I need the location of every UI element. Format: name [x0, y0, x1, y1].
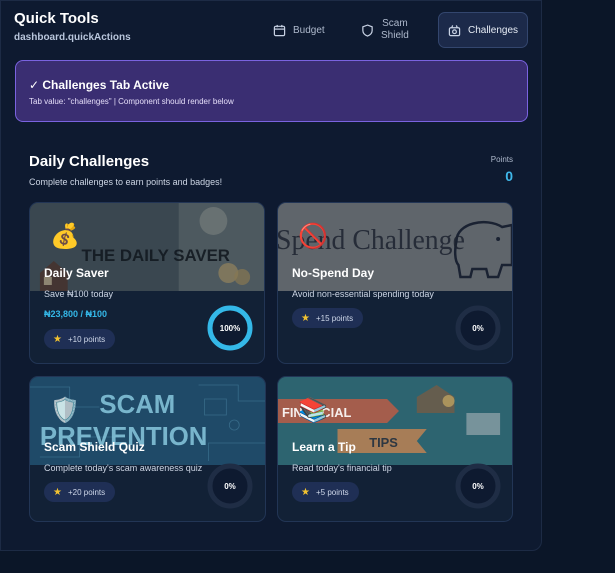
star-icon: ★ [53, 486, 62, 498]
progress-percent: 100% [219, 323, 241, 333]
points-badge: ★ +10 points [44, 329, 116, 349]
challenge-description: Save ₦100 today [44, 289, 114, 299]
tab-challenges-label: Challenges [467, 24, 519, 36]
books-icon: 📚 [298, 397, 328, 424]
svg-text:SCAM: SCAM [99, 391, 175, 419]
challenge-description: Read today's financial tip [292, 463, 392, 473]
challenge-description: Complete today's scam awareness quiz [44, 463, 203, 473]
progress-ring: 0% [454, 304, 502, 352]
progress-ring: 100% [206, 304, 254, 352]
points-badge: ★ +20 points [44, 482, 116, 502]
star-icon: ★ [53, 333, 62, 345]
tab-budget-label: Budget [293, 24, 325, 36]
points-badge: ★ +5 points [292, 482, 359, 502]
money-bag-icon: 💰 [50, 223, 80, 250]
points-badge: ★ +15 points [292, 308, 364, 328]
progress-percent: 0% [472, 481, 484, 491]
page-title: Quick Tools [14, 10, 99, 27]
star-icon: ★ [301, 486, 310, 498]
challenge-progress-text: ₦23,800 / ₦100 [44, 309, 108, 319]
shield-icon: 🛡️ [50, 397, 80, 424]
tab-challenges[interactable]: Challenges [438, 12, 528, 48]
tab-budget[interactable]: Budget [273, 12, 339, 48]
progress-ring: 0% [206, 462, 254, 510]
tab-scam-shield-label: Scam Shield [381, 18, 409, 41]
section-title: Daily Challenges [29, 153, 150, 170]
challenge-card-no-spend-day[interactable]: Spend Challenge 🚫 No-Spend Day Avoid non… [277, 202, 513, 364]
section-subtitle: Complete challenges to earn points and b… [29, 177, 223, 187]
challenges-icon [448, 24, 461, 36]
challenge-card-scam-shield-quiz[interactable]: SCAM PREVENTION 🛡️ Scam Shield Quiz Comp… [29, 376, 266, 522]
banner-text: Tab value: "challenges" | Component shou… [29, 97, 234, 106]
banner-title: ✓ Challenges Tab Active [29, 78, 170, 92]
svg-text:THE DAILY SAVER: THE DAILY SAVER [82, 246, 230, 265]
challenge-title: Scam Shield Quiz [44, 440, 145, 454]
challenge-title: Learn a Tip [292, 440, 356, 454]
challenge-card-learn-a-tip[interactable]: FINANCIAL TIPS 📚 Learn a Tip Read today'… [277, 376, 513, 522]
challenge-title: No-Spend Day [292, 266, 375, 280]
challenge-title: Daily Saver [44, 266, 109, 280]
progress-ring: 0% [454, 462, 502, 510]
progress-percent: 0% [472, 323, 484, 333]
progress-percent: 0% [224, 481, 236, 491]
star-icon: ★ [301, 312, 310, 324]
challenge-card-daily-saver[interactable]: THE DAILY SAVER 💰 Daily Saver Save ₦100 … [29, 202, 265, 364]
header: Quick Tools dashboard.quickActions Budge… [1, 1, 543, 57]
svg-text:TIPS: TIPS [369, 435, 398, 450]
page-subtitle: dashboard.quickActions [14, 32, 131, 43]
calendar-icon [273, 24, 286, 36]
points-value: 0 [505, 168, 513, 184]
quick-tools-panel: Quick Tools dashboard.quickActions Budge… [0, 0, 542, 551]
points-label: Points [490, 155, 513, 164]
prohibited-icon: 🚫 [298, 223, 328, 250]
shield-icon [362, 23, 373, 37]
challenge-description: Avoid non-essential spending today [292, 289, 434, 299]
status-banner: ✓ Challenges Tab Active Tab value: "chal… [15, 60, 528, 122]
tab-scam-shield[interactable]: Scam Shield [361, 12, 431, 48]
